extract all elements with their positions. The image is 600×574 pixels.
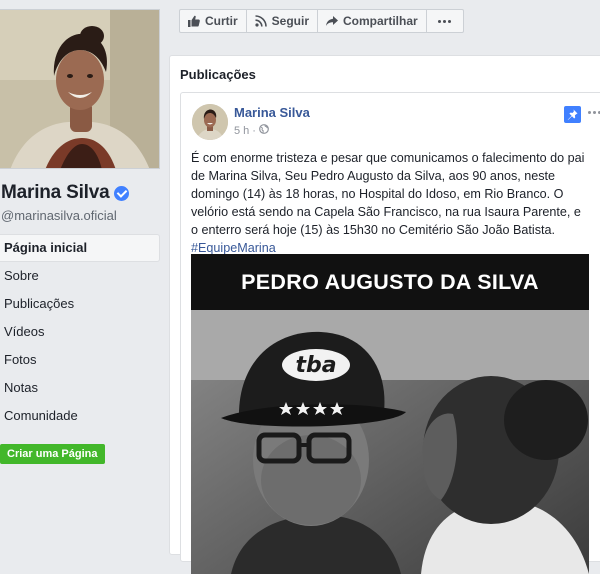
nav-item-home[interactable]: Página inicial [0, 234, 160, 262]
more-dots-icon [438, 19, 452, 23]
post-meta: 5 h · [234, 124, 269, 137]
follow-button[interactable]: Seguir [245, 9, 319, 33]
post-options-dots-icon [588, 111, 600, 114]
post-author-avatar[interactable] [192, 104, 228, 140]
post-hashtag[interactable]: #EquipeMarina [191, 241, 276, 255]
like-label: Curtir [205, 14, 238, 28]
page-name[interactable]: Marina Silva [1, 182, 130, 204]
nav-item-notes[interactable]: Notas [0, 374, 160, 402]
profile-photo[interactable] [0, 9, 160, 169]
left-column: Marina Silva @marinasilva.oficial Página… [0, 0, 165, 534]
verified-badge-icon [114, 185, 130, 201]
post-options-button[interactable] [588, 111, 600, 114]
post-image[interactable]: PEDRO AUGUSTO DA SILVA tba [191, 254, 589, 574]
page-nav: Página inicial Sobre Publicações Vídeos … [0, 234, 160, 430]
nav-item-about[interactable]: Sobre [0, 262, 160, 290]
post-body: É com enorme tristeza e pesar que comuni… [191, 149, 591, 257]
page-handle[interactable]: @marinasilva.oficial [1, 208, 117, 223]
share-label: Compartilhar [343, 14, 418, 28]
profile-photo-image [0, 10, 159, 168]
globe-icon[interactable] [259, 124, 269, 137]
follow-label: Seguir [271, 14, 310, 28]
more-options-button[interactable] [425, 9, 464, 33]
rss-follow-icon [255, 15, 267, 27]
nav-item-community[interactable]: Comunidade [0, 402, 160, 430]
nav-item-photos[interactable]: Fotos [0, 346, 160, 374]
share-arrow-icon [326, 15, 339, 27]
pinned-post-icon[interactable] [564, 106, 581, 123]
action-bar: Curtir Seguir Compartilhar [179, 9, 464, 33]
meta-separator: · [252, 124, 256, 137]
nav-item-videos[interactable]: Vídeos [0, 318, 160, 346]
post-image-banner: PEDRO AUGUSTO DA SILVA [191, 254, 589, 310]
posts-section-title[interactable]: Publicações [180, 67, 256, 82]
cap-logo-text: tba [295, 353, 336, 378]
page-name-text[interactable]: Marina Silva [1, 182, 110, 204]
post-body-text: É com enorme tristeza e pesar que comuni… [191, 151, 585, 237]
thumbs-up-icon [188, 15, 200, 27]
post-author-name[interactable]: Marina Silva [234, 105, 310, 120]
posts-card: Publicações Marina Silva 5 h · É com eno… [169, 55, 600, 574]
post-timestamp[interactable]: 5 h [234, 125, 249, 137]
nav-item-posts[interactable]: Publicações [0, 290, 160, 318]
like-button[interactable]: Curtir [179, 9, 247, 33]
pinned-post: Marina Silva 5 h · É com enorme tristeza… [180, 92, 600, 574]
share-button[interactable]: Compartilhar [317, 9, 427, 33]
create-page-button[interactable]: Criar uma Página [0, 444, 106, 464]
post-photo-scene: tba [191, 310, 589, 574]
